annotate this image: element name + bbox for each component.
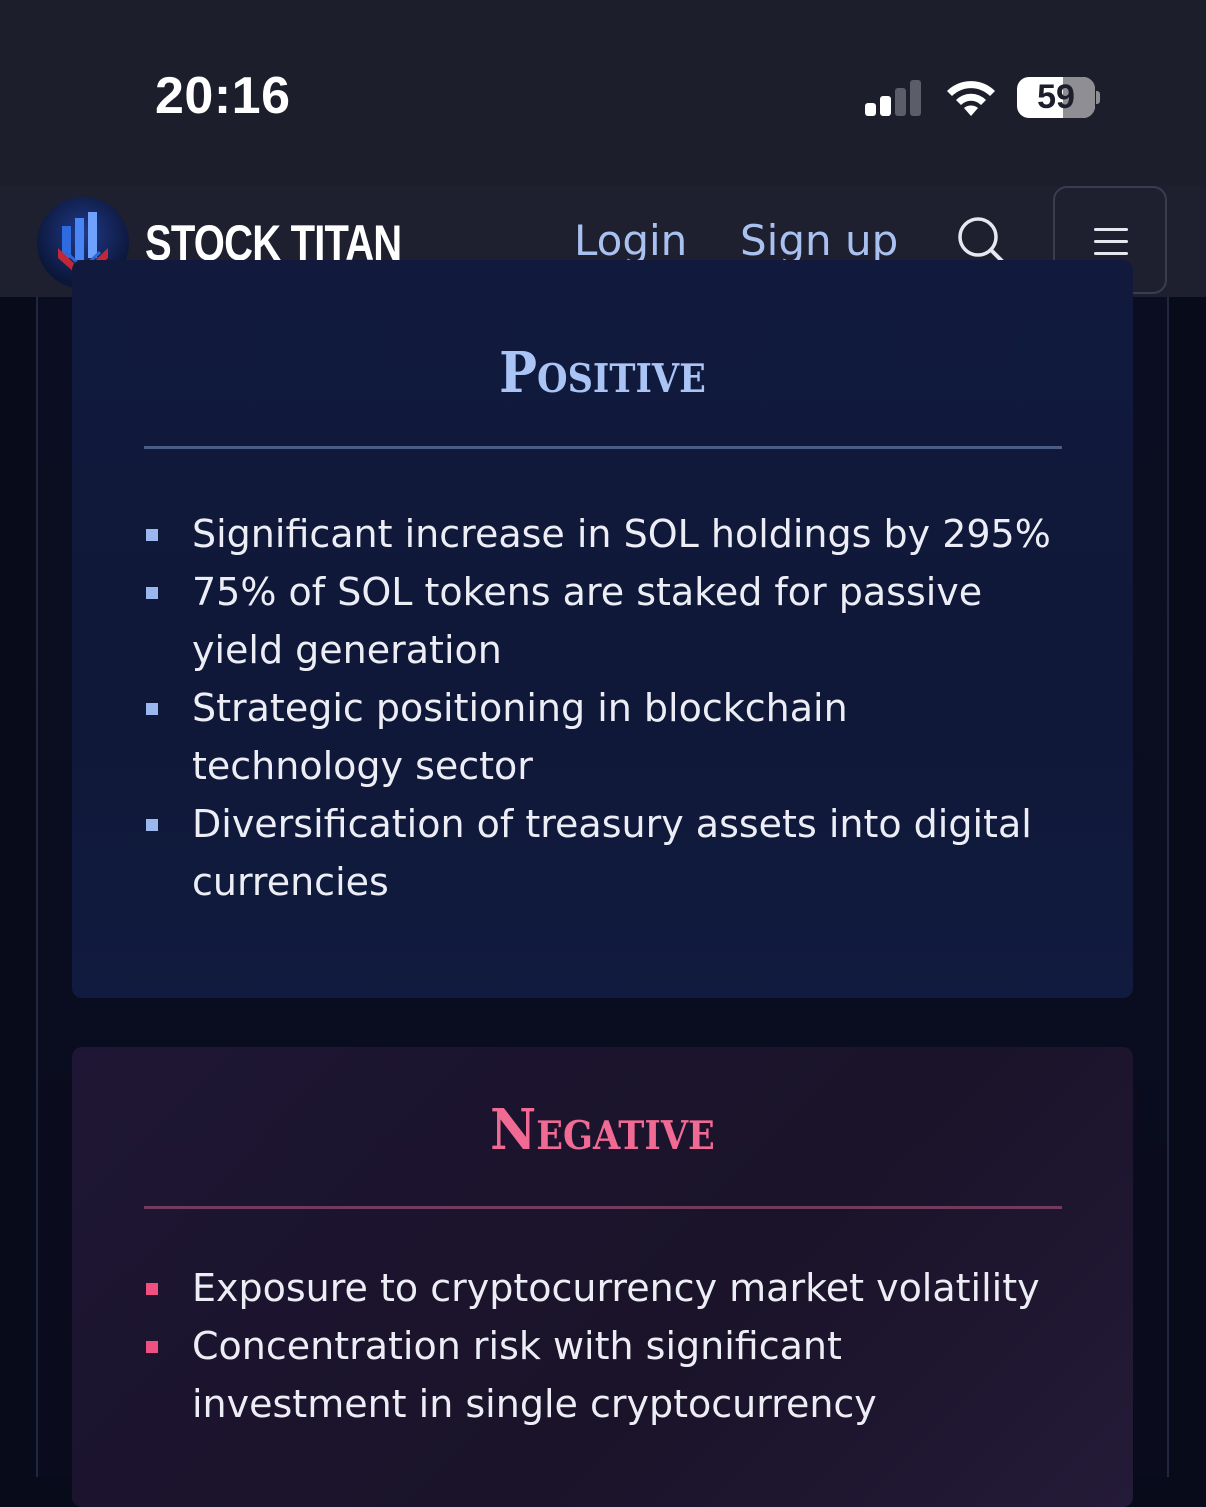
negative-title: Negative [490,1097,715,1163]
battery-level: 59 [1037,78,1075,116]
list-item: 75% of SOL tokens are staked for passive… [144,563,1064,679]
list-item: Concentration risk with significant inve… [144,1317,1064,1433]
list-item: Exposure to cryptocurrency market volati… [144,1259,1064,1317]
status-bar: 20:16 59 [0,0,1206,186]
cellular-signal-icon [865,80,925,116]
bullet-icon [146,1341,158,1353]
negative-card: Negative Exposure to cryptocurrency mark… [72,1047,1133,1507]
positive-divider [144,446,1062,449]
battery-icon: 59 [1017,77,1095,118]
wifi-icon [947,81,995,116]
list-item: Diversification of treasury assets into … [144,795,1064,911]
bullet-icon [146,703,158,715]
hamburger-menu-icon [1094,228,1128,231]
bullet-icon [146,587,158,599]
negative-list: Exposure to cryptocurrency market volati… [144,1259,1064,1433]
negative-divider [144,1206,1062,1209]
login-link[interactable]: Login [574,216,687,265]
status-time: 20:16 [155,67,291,125]
list-item: Strategic positioning in blockchain tech… [144,679,1064,795]
battery-tip [1096,91,1100,104]
bullet-icon [146,529,158,541]
list-item: Significant increase in SOL holdings by … [144,505,1064,563]
bullet-icon [146,1283,158,1295]
positive-title: Positive [499,340,706,406]
bullet-icon [146,819,158,831]
signup-link[interactable]: Sign up [740,216,898,265]
positive-list: Significant increase in SOL holdings by … [144,505,1064,911]
positive-card: Positive Significant increase in SOL hol… [72,260,1133,998]
